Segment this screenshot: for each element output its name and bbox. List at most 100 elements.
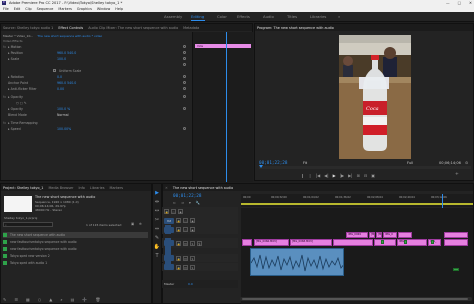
- lock-icon[interactable]: 🔒: [176, 227, 181, 232]
- program-video-frame[interactable]: Coca: [339, 35, 411, 159]
- project-search-input[interactable]: ⌕: [3, 222, 53, 227]
- timeline-ruler[interactable]: 00;00 00;00;32;00 00;01;04;02 00;01;36;0…: [241, 194, 473, 207]
- timeline-settings-icon[interactable]: 🔧: [196, 201, 200, 205]
- menu-window[interactable]: Window: [97, 7, 110, 11]
- tab-project[interactable]: Project: Shelley tokyo_1: [3, 186, 43, 190]
- tab-program[interactable]: Program: The new short sequence with aud…: [257, 26, 334, 30]
- workspace-titles[interactable]: Titles: [287, 14, 297, 19]
- tab-effect-controls[interactable]: Effect Controls: [58, 26, 83, 30]
- trash-icon[interactable]: 🗑: [95, 297, 100, 302]
- program-scrubber[interactable]: [259, 165, 471, 169]
- lock-icon[interactable]: 🔒: [176, 264, 181, 270]
- eye-icon[interactable]: ◉: [190, 227, 195, 232]
- sort-icon[interactable]: ▲: [49, 297, 52, 302]
- hand-tool-icon[interactable]: ✋: [153, 244, 161, 251]
- icon-view-icon[interactable]: ▦: [26, 297, 30, 302]
- mask-tools-icons[interactable]: ○ □ ✎: [16, 101, 27, 105]
- tab-media-browser[interactable]: Media Browser: [48, 186, 73, 190]
- video-clip[interactable]: [MG_0068.MOV]: [290, 239, 332, 246]
- tab-markers[interactable]: Markers: [110, 186, 124, 190]
- video-clip[interactable]: [444, 232, 468, 238]
- snap-icon[interactable]: ⊂: [173, 201, 176, 205]
- step-forward-icon[interactable]: |▶: [340, 173, 344, 178]
- sync-icon[interactable]: ▭: [183, 227, 188, 232]
- effect-row-anchor-point[interactable]: Anchor Point 960.0 540.0: [3, 80, 188, 85]
- keyframe-icon[interactable]: [183, 63, 186, 66]
- tab-info[interactable]: Info: [78, 186, 84, 190]
- effect-row-time-remapping[interactable]: fx ▸ Time Remapping: [3, 120, 188, 125]
- audio-clip[interactable]: [250, 248, 344, 276]
- razor-tool-icon[interactable]: ✂: [153, 217, 161, 224]
- lock-icon[interactable]: 🔒: [176, 240, 181, 246]
- mute-icon[interactable]: M: [183, 240, 188, 246]
- effect-row-blend-mode[interactable]: Blend Mode Normal: [3, 112, 188, 117]
- effect-row-motion[interactable]: fx ▸ Motion: [3, 44, 188, 49]
- new-bin-icon[interactable]: ▣: [131, 222, 134, 226]
- workspace-effects[interactable]: Effects: [237, 14, 250, 19]
- solo-icon[interactable]: S: [190, 255, 195, 261]
- keyframe-icon[interactable]: [183, 127, 186, 130]
- extract-icon[interactable]: ⊟: [364, 173, 367, 178]
- tab-metadata[interactable]: Metadata: [183, 26, 199, 30]
- clip-thumbnail[interactable]: [4, 196, 32, 212]
- new-item-button[interactable]: ➕: [82, 297, 87, 302]
- tab-sequence[interactable]: The new short sequence with audio: [173, 186, 233, 190]
- workspace-editing[interactable]: Editing: [191, 14, 204, 19]
- tab-source[interactable]: Source: Shelley tokyo audio 1: [3, 26, 53, 30]
- program-playhead[interactable]: [259, 165, 263, 168]
- mark-out-icon[interactable]: ❘: [308, 173, 311, 178]
- list-view-icon[interactable]: ☰: [14, 297, 18, 302]
- write-protect-icon[interactable]: ✎: [3, 297, 6, 302]
- mini-timeline-clip[interactable]: Vide: [195, 44, 251, 48]
- selection-tool-icon[interactable]: ▶: [153, 190, 161, 197]
- workspace-assembly[interactable]: Assembly: [164, 14, 182, 19]
- button-editor-icon[interactable]: +: [455, 172, 459, 177]
- mute-icon[interactable]: M: [183, 264, 188, 270]
- go-to-in-icon[interactable]: |◀: [316, 173, 320, 178]
- master-volume[interactable]: 0.0: [188, 282, 193, 286]
- timeline-close-icon[interactable]: ✕: [165, 186, 168, 190]
- export-frame-icon[interactable]: ▣: [371, 173, 375, 178]
- workspace-color[interactable]: Color: [217, 14, 227, 19]
- timeline-timecode[interactable]: 00;01;22;28: [173, 194, 201, 199]
- lock-icon[interactable]: 🔒: [176, 218, 181, 223]
- mini-timeline-playhead[interactable]: [226, 32, 227, 182]
- list-item[interactable]: new fasttourismtokyo sequence with audio: [3, 239, 148, 245]
- menu-markers[interactable]: Markers: [58, 7, 72, 11]
- video-clip[interactable]: [242, 239, 252, 246]
- ripple-edit-tool-icon[interactable]: ↔: [153, 208, 161, 215]
- list-item[interactable]: new fasttourismtokyo sequence with audio: [3, 246, 148, 252]
- effect-row-mask-tools[interactable]: ○ □ ✎: [3, 100, 188, 105]
- effect-row-opacity[interactable]: ▸ Opacity 100.0 %: [3, 106, 188, 111]
- list-item[interactable]: Tokyo sped new version 2: [3, 253, 148, 259]
- keyframe-icon[interactable]: [183, 107, 186, 110]
- track-target-v2[interactable]: V2: [164, 217, 174, 224]
- effect-row-rotation[interactable]: ▸ Rotation 0.0: [3, 74, 188, 79]
- reset-icon[interactable]: [183, 95, 186, 98]
- mute-icon[interactable]: M: [183, 255, 188, 261]
- video-clip[interactable]: [MG_0066.MOV]: [254, 239, 289, 246]
- menu-sequence[interactable]: Sequence: [37, 7, 54, 11]
- keyframe-icon[interactable]: [183, 75, 186, 78]
- list-item[interactable]: Tokyo sped with audio 1: [3, 260, 148, 266]
- track-header-master[interactable]: Master 0.0: [162, 280, 238, 288]
- source-patch-v1[interactable]: [165, 225, 171, 234]
- track-header-a3[interactable]: A3 🔒 M S: [162, 263, 238, 271]
- go-to-out-icon[interactable]: ▶|: [348, 173, 352, 178]
- video-clip[interactable]: [MG]: [369, 232, 375, 238]
- breadcrumb-sequence[interactable]: The new short sequence with audio * vide…: [37, 34, 102, 38]
- breadcrumb-master[interactable]: Master * Video_10...: [3, 34, 33, 38]
- track-header-a2[interactable]: A2 🔒 M S: [162, 254, 238, 262]
- menu-graphics[interactable]: Graphics: [77, 7, 92, 11]
- new-item-icon[interactable]: ⊕: [139, 222, 142, 226]
- add-marker-icon[interactable]: ▾: [189, 201, 191, 205]
- blend-mode-select[interactable]: Normal: [57, 113, 69, 117]
- mic-icon[interactable]: 🎙: [197, 240, 202, 246]
- reset-icon[interactable]: [183, 45, 186, 48]
- sync-icon[interactable]: ▭: [183, 218, 188, 223]
- video-clip[interactable]: [374, 239, 396, 246]
- keyframe-icon[interactable]: [183, 87, 186, 90]
- uniform-scale-checkbox[interactable]: [53, 69, 56, 72]
- list-item[interactable]: The new short sequence with audio: [3, 232, 148, 238]
- menu-edit[interactable]: Edit: [14, 7, 21, 11]
